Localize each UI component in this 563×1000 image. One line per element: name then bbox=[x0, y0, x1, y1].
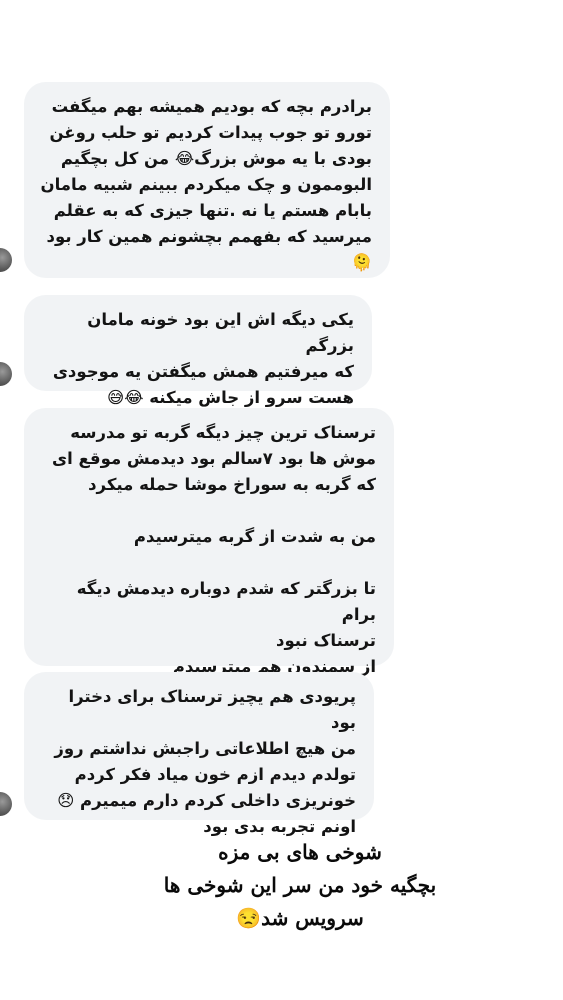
sender-avatar[interactable] bbox=[0, 248, 12, 272]
message-bubble-4[interactable]: پریودی هم یچیز ترسناک برای دخترا بود من … bbox=[24, 672, 374, 836]
sender-avatar[interactable] bbox=[0, 792, 12, 816]
sender-avatar[interactable] bbox=[0, 362, 12, 386]
message-bubble-1[interactable]: برادرم بچه که بودیم همیشه بهم میگفت تورو… bbox=[24, 82, 390, 278]
message-bubble-2[interactable]: یکی دیگه اش این بود خونه مامان بزرگم که … bbox=[24, 295, 372, 407]
message-bubble-3[interactable]: ترسناک ترین چیز دیگه گربه تو مدرسه موش ه… bbox=[24, 408, 394, 676]
overlay-caption: شوخی های بی مزه بچگیه خود من سر این شوخی… bbox=[163, 840, 437, 930]
